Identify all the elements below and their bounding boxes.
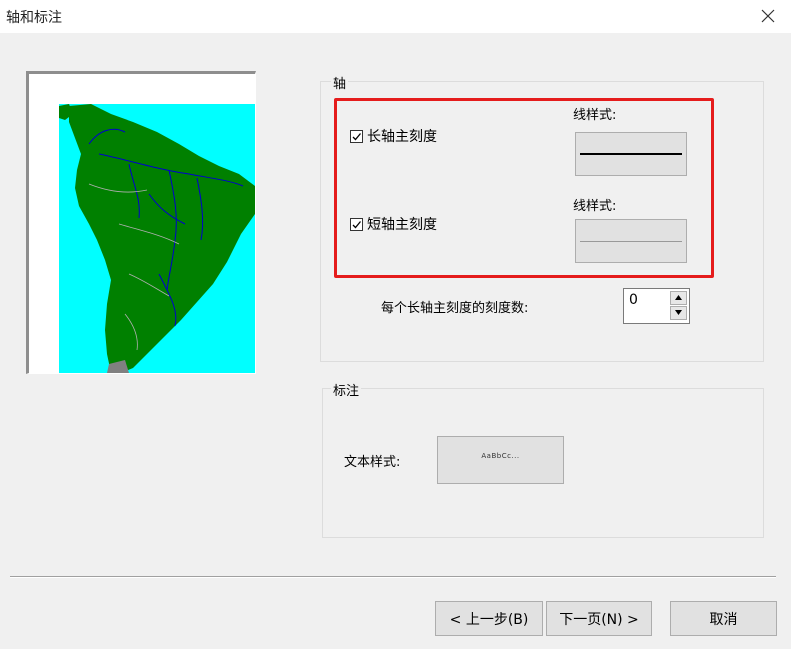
- major-line-style-button[interactable]: [575, 132, 687, 176]
- minor-line-style-button[interactable]: [575, 219, 687, 263]
- text-style-preview: AaBbCc...: [481, 452, 520, 460]
- ticks-per-major-spinner[interactable]: 0: [623, 288, 690, 324]
- minor-line-sample: [580, 241, 682, 242]
- map-preview: [26, 71, 256, 374]
- arrow-down-icon: [675, 310, 682, 315]
- major-line-style-label: 线样式:: [573, 108, 617, 123]
- spin-down-button[interactable]: [670, 306, 687, 320]
- major-line-sample: [580, 153, 682, 155]
- ticks-per-major-input[interactable]: 0: [629, 292, 638, 308]
- window-title: 轴和标注: [6, 10, 62, 26]
- checkbox-box[interactable]: [350, 217, 363, 231]
- minor-ticks-label: 短轴主刻度: [367, 217, 437, 233]
- title-bar: 轴和标注: [0, 0, 791, 33]
- label-group-title: 标注: [331, 380, 362, 399]
- major-ticks-label: 长轴主刻度: [367, 129, 437, 145]
- south-america-map: [59, 104, 255, 373]
- ticks-per-major-label: 每个长轴主刻度的刻度数:: [381, 301, 529, 316]
- minor-ticks-checkbox[interactable]: 短轴主刻度: [350, 214, 437, 234]
- close-icon: [761, 9, 775, 23]
- axis-group-title: 轴: [331, 73, 349, 92]
- major-ticks-checkbox[interactable]: 长轴主刻度: [350, 126, 437, 146]
- text-style-button[interactable]: AaBbCc...: [437, 436, 564, 484]
- checkbox-box[interactable]: [350, 129, 363, 143]
- back-button[interactable]: < 上一步(B): [435, 601, 543, 636]
- arrow-up-icon: [675, 295, 682, 300]
- spin-up-button[interactable]: [670, 291, 687, 305]
- close-button[interactable]: [745, 0, 791, 33]
- minor-line-style-label: 线样式:: [573, 199, 617, 214]
- check-icon: [352, 132, 361, 140]
- separator: [10, 576, 776, 578]
- cancel-button[interactable]: 取消: [670, 601, 777, 636]
- check-icon: [352, 220, 361, 228]
- text-style-label: 文本样式:: [344, 455, 401, 470]
- next-button[interactable]: 下一页(N) >: [546, 601, 652, 636]
